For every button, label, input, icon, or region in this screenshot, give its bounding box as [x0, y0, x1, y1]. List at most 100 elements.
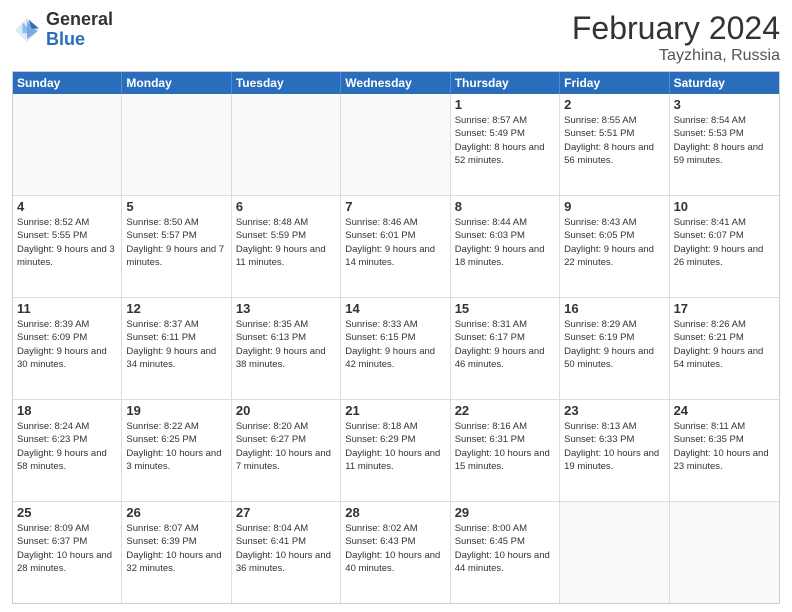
cal-cell-1-2: 6 Sunrise: 8:48 AM Sunset: 5:59 PM Daylig…: [232, 196, 341, 297]
cal-cell-2-6: 17 Sunrise: 8:26 AM Sunset: 6:21 PM Dayli…: [670, 298, 779, 399]
day-info-3-6: Sunrise: 8:11 AM Sunset: 6:35 PM Dayligh…: [674, 420, 775, 473]
day-number-1-5: 9: [564, 199, 664, 214]
cal-cell-0-6: 3 Sunrise: 8:54 AM Sunset: 5:53 PM Daylig…: [670, 94, 779, 195]
day-info-2-5: Sunrise: 8:29 AM Sunset: 6:19 PM Dayligh…: [564, 318, 664, 371]
cal-cell-0-5: 2 Sunrise: 8:55 AM Sunset: 5:51 PM Daylig…: [560, 94, 669, 195]
day-info-1-3: Sunrise: 8:46 AM Sunset: 6:01 PM Dayligh…: [345, 216, 445, 269]
day-number-1-6: 10: [674, 199, 775, 214]
week-row-0: 1Sunrise: 8:57 AM Sunset: 5:49 PM Daylig…: [13, 94, 779, 196]
page: General Blue February 2024 Tayzhina, Rus…: [0, 0, 792, 612]
cal-cell-0-2: [232, 94, 341, 195]
cal-cell-2-5: 16 Sunrise: 8:29 AM Sunset: 6:19 PM Dayli…: [560, 298, 669, 399]
day-info-2-2: Sunrise: 8:35 AM Sunset: 6:13 PM Dayligh…: [236, 318, 336, 371]
cal-cell-2-2: 13 Sunrise: 8:35 AM Sunset: 6:13 PM Dayli…: [232, 298, 341, 399]
cal-cell-1-0: 4Sunrise: 8:52 AM Sunset: 5:55 PM Daylig…: [13, 196, 122, 297]
day-info-0-6: Sunrise: 8:54 AM Sunset: 5:53 PM Dayligh…: [674, 114, 775, 167]
day-info-2-4: Sunrise: 8:31 AM Sunset: 6:17 PM Dayligh…: [455, 318, 555, 371]
day-number-4-3: 28: [345, 505, 445, 520]
day-info-1-2: Sunrise: 8:48 AM Sunset: 5:59 PM Dayligh…: [236, 216, 336, 269]
day-number-1-0: 4: [17, 199, 117, 214]
logo-icon: [12, 15, 42, 45]
day-info-4-0: Sunrise: 8:09 AM Sunset: 6:37 PM Dayligh…: [17, 522, 117, 575]
day-info-1-1: Sunrise: 8:50 AM Sunset: 5:57 PM Dayligh…: [126, 216, 226, 269]
cal-cell-2-4: 15 Sunrise: 8:31 AM Sunset: 6:17 PM Dayli…: [451, 298, 560, 399]
cal-cell-0-3: [341, 94, 450, 195]
header-saturday: Saturday: [670, 72, 779, 94]
cal-cell-4-6: [670, 502, 779, 603]
day-number-0-5: 2: [564, 97, 664, 112]
day-number-2-6: 17: [674, 301, 775, 316]
day-number-4-1: 26: [126, 505, 226, 520]
day-number-2-2: 13: [236, 301, 336, 316]
week-row-2: 11 Sunrise: 8:39 AM Sunset: 6:09 PM Dayli…: [13, 298, 779, 400]
day-info-2-0: Sunrise: 8:39 AM Sunset: 6:09 PM Dayligh…: [17, 318, 117, 371]
day-info-3-5: Sunrise: 8:13 AM Sunset: 6:33 PM Dayligh…: [564, 420, 664, 473]
cal-cell-4-0: 25 Sunrise: 8:09 AM Sunset: 6:37 PM Dayli…: [13, 502, 122, 603]
cal-cell-3-0: 18 Sunrise: 8:24 AM Sunset: 6:23 PM Dayli…: [13, 400, 122, 501]
day-number-2-0: 11: [17, 301, 117, 316]
day-info-1-5: Sunrise: 8:43 AM Sunset: 6:05 PM Dayligh…: [564, 216, 664, 269]
day-number-3-4: 22: [455, 403, 555, 418]
logo: General Blue: [12, 10, 113, 50]
header-sunday: Sunday: [13, 72, 122, 94]
day-number-3-6: 24: [674, 403, 775, 418]
calendar-body: 1Sunrise: 8:57 AM Sunset: 5:49 PM Daylig…: [13, 94, 779, 603]
cal-cell-1-1: 5 Sunrise: 8:50 AM Sunset: 5:57 PM Daylig…: [122, 196, 231, 297]
header: General Blue February 2024 Tayzhina, Rus…: [12, 10, 780, 65]
day-info-3-2: Sunrise: 8:20 AM Sunset: 6:27 PM Dayligh…: [236, 420, 336, 473]
cal-cell-4-2: 27Sunrise: 8:04 AM Sunset: 6:41 PM Dayli…: [232, 502, 341, 603]
header-thursday: Thursday: [451, 72, 560, 94]
cal-cell-3-1: 19 Sunrise: 8:22 AM Sunset: 6:25 PM Dayli…: [122, 400, 231, 501]
calendar: Sunday Monday Tuesday Wednesday Thursday…: [12, 71, 780, 604]
day-number-1-2: 6: [236, 199, 336, 214]
cal-cell-0-0: [13, 94, 122, 195]
cal-cell-4-3: 28 Sunrise: 8:02 AM Sunset: 6:43 PM Dayli…: [341, 502, 450, 603]
day-info-1-4: Sunrise: 8:44 AM Sunset: 6:03 PM Dayligh…: [455, 216, 555, 269]
title-block: February 2024 Tayzhina, Russia: [572, 10, 780, 65]
logo-blue-text: Blue: [46, 30, 113, 50]
cal-cell-2-3: 14Sunrise: 8:33 AM Sunset: 6:15 PM Dayli…: [341, 298, 450, 399]
cal-cell-2-1: 12 Sunrise: 8:37 AM Sunset: 6:11 PM Dayli…: [122, 298, 231, 399]
day-info-3-1: Sunrise: 8:22 AM Sunset: 6:25 PM Dayligh…: [126, 420, 226, 473]
day-number-1-1: 5: [126, 199, 226, 214]
cal-cell-3-4: 22 Sunrise: 8:16 AM Sunset: 6:31 PM Dayli…: [451, 400, 560, 501]
day-info-4-3: Sunrise: 8:02 AM Sunset: 6:43 PM Dayligh…: [345, 522, 445, 575]
logo-text: General Blue: [46, 10, 113, 50]
calendar-header: Sunday Monday Tuesday Wednesday Thursday…: [13, 72, 779, 94]
day-info-3-4: Sunrise: 8:16 AM Sunset: 6:31 PM Dayligh…: [455, 420, 555, 473]
day-number-2-4: 15: [455, 301, 555, 316]
cal-cell-4-4: 29Sunrise: 8:00 AM Sunset: 6:45 PM Dayli…: [451, 502, 560, 603]
day-number-3-3: 21: [345, 403, 445, 418]
cal-cell-3-2: 20Sunrise: 8:20 AM Sunset: 6:27 PM Dayli…: [232, 400, 341, 501]
day-info-2-6: Sunrise: 8:26 AM Sunset: 6:21 PM Dayligh…: [674, 318, 775, 371]
day-info-4-2: Sunrise: 8:04 AM Sunset: 6:41 PM Dayligh…: [236, 522, 336, 575]
day-info-2-1: Sunrise: 8:37 AM Sunset: 6:11 PM Dayligh…: [126, 318, 226, 371]
week-row-1: 4Sunrise: 8:52 AM Sunset: 5:55 PM Daylig…: [13, 196, 779, 298]
week-row-4: 25 Sunrise: 8:09 AM Sunset: 6:37 PM Dayli…: [13, 502, 779, 603]
location-title: Tayzhina, Russia: [572, 47, 780, 65]
day-number-0-4: 1: [455, 97, 555, 112]
day-number-3-1: 19: [126, 403, 226, 418]
day-info-0-5: Sunrise: 8:55 AM Sunset: 5:51 PM Dayligh…: [564, 114, 664, 167]
day-info-4-4: Sunrise: 8:00 AM Sunset: 6:45 PM Dayligh…: [455, 522, 555, 575]
cal-cell-1-3: 7 Sunrise: 8:46 AM Sunset: 6:01 PM Daylig…: [341, 196, 450, 297]
day-number-0-6: 3: [674, 97, 775, 112]
cal-cell-1-5: 9 Sunrise: 8:43 AM Sunset: 6:05 PM Daylig…: [560, 196, 669, 297]
day-number-2-1: 12: [126, 301, 226, 316]
day-info-3-3: Sunrise: 8:18 AM Sunset: 6:29 PM Dayligh…: [345, 420, 445, 473]
day-info-3-0: Sunrise: 8:24 AM Sunset: 6:23 PM Dayligh…: [17, 420, 117, 473]
day-number-3-5: 23: [564, 403, 664, 418]
header-tuesday: Tuesday: [232, 72, 341, 94]
header-monday: Monday: [122, 72, 231, 94]
cal-cell-0-4: 1Sunrise: 8:57 AM Sunset: 5:49 PM Daylig…: [451, 94, 560, 195]
day-number-1-3: 7: [345, 199, 445, 214]
day-number-2-5: 16: [564, 301, 664, 316]
cal-cell-3-5: 23 Sunrise: 8:13 AM Sunset: 6:33 PM Dayli…: [560, 400, 669, 501]
header-friday: Friday: [560, 72, 669, 94]
day-number-4-0: 25: [17, 505, 117, 520]
day-number-3-0: 18: [17, 403, 117, 418]
day-number-2-3: 14: [345, 301, 445, 316]
cal-cell-3-6: 24 Sunrise: 8:11 AM Sunset: 6:35 PM Dayli…: [670, 400, 779, 501]
month-title: February 2024: [572, 10, 780, 47]
cal-cell-1-6: 10Sunrise: 8:41 AM Sunset: 6:07 PM Dayli…: [670, 196, 779, 297]
